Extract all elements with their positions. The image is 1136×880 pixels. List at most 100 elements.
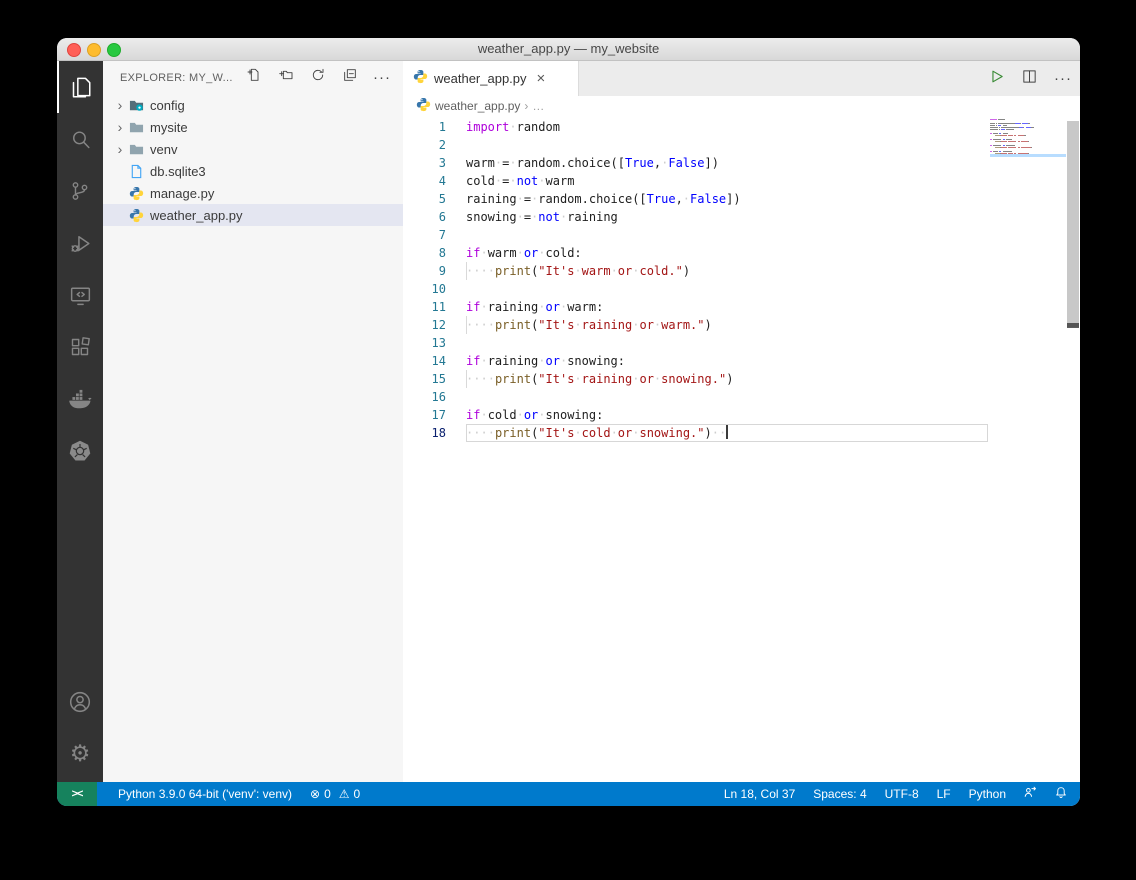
- tree-item-config[interactable]: ›config: [103, 94, 403, 116]
- status-language-mode[interactable]: Python: [960, 782, 1015, 806]
- activity-item-explorer[interactable]: [57, 61, 103, 113]
- close-tab-icon[interactable]: ×: [537, 71, 546, 86]
- problems-status[interactable]: ⊗ 0 ⚠ 0: [301, 782, 369, 806]
- line-number[interactable]: 7: [403, 226, 446, 244]
- code-line-1[interactable]: 1import·random: [403, 118, 1080, 136]
- breadcrumb-separator: ›: [524, 99, 528, 113]
- editor-actions: ···: [988, 61, 1072, 96]
- activity-item-extensions[interactable]: [57, 321, 103, 373]
- code-line-3[interactable]: 3warm·=·random.choice([True,·False]): [403, 154, 1080, 172]
- line-number[interactable]: 4: [403, 172, 446, 190]
- code-line-13[interactable]: 13: [403, 334, 1080, 352]
- breadcrumb[interactable]: weather_app.py › …: [403, 96, 1080, 116]
- title-bar[interactable]: weather_app.py — my_website: [57, 38, 1080, 61]
- line-number[interactable]: 5: [403, 190, 446, 208]
- new-folder-button[interactable]: [277, 69, 295, 87]
- code-line-10[interactable]: 10: [403, 280, 1080, 298]
- play-icon: [988, 68, 1005, 90]
- code-line-5[interactable]: 5 raining·=·random.choice([True,·False]): [403, 190, 1080, 208]
- code-line-9[interactable]: 9····print("It's·warm·or·cold."): [403, 262, 1080, 280]
- file-tree: ›config›mysite›venvdb.sqlite3manage.pywe…: [103, 94, 403, 226]
- tree-item-label: config: [150, 98, 185, 113]
- code-line-12[interactable]: 12 ····print("It's·raining·or·warm."): [403, 316, 1080, 334]
- code-line-2[interactable]: 2: [403, 136, 1080, 154]
- line-number[interactable]: 14: [403, 352, 446, 370]
- code-line-16[interactable]: 16: [403, 388, 1080, 406]
- activity-item-kubernetes[interactable]: [57, 425, 103, 477]
- line-number[interactable]: 15: [403, 370, 446, 388]
- breadcrumb-more[interactable]: …: [532, 99, 544, 113]
- line-number[interactable]: 18: [403, 424, 446, 442]
- collapse-all-button[interactable]: [341, 69, 359, 87]
- code-line-14[interactable]: 14 if·raining·or·snowing:: [403, 352, 1080, 370]
- gear-icon: ⚙: [70, 743, 91, 766]
- scrollbar-thumb[interactable]: [1067, 121, 1079, 327]
- run-python-file-button[interactable]: [988, 68, 1005, 90]
- split-editor-button[interactable]: [1021, 68, 1038, 90]
- line-number[interactable]: 17: [403, 406, 446, 424]
- minimap[interactable]: [990, 119, 1066, 155]
- line-number[interactable]: 1: [403, 118, 446, 136]
- activity-item-run-debug[interactable]: [57, 217, 103, 269]
- refresh-button[interactable]: [309, 69, 327, 87]
- status-bar: >< Python 3.9.0 64-bit ('venv': venv) ⊗ …: [57, 782, 1080, 806]
- line-content: ····print("It's·cold·or·snowing.")··: [466, 424, 988, 442]
- remote-indicator[interactable]: ><: [57, 782, 97, 806]
- tree-item-db-sqlite3[interactable]: db.sqlite3: [103, 160, 403, 182]
- status-encoding[interactable]: UTF-8: [876, 782, 928, 806]
- activity-item-manage[interactable]: ⚙: [57, 728, 103, 780]
- tree-item-weather-app-py[interactable]: weather_app.py: [103, 204, 403, 226]
- code-line-4[interactable]: 4 cold·=·not·warm: [403, 172, 1080, 190]
- collapse-all-icon: [342, 67, 358, 88]
- status-cursor-position[interactable]: Ln 18, Col 37: [715, 782, 804, 806]
- line-content: ····print("It's·raining·or·warm."): [466, 316, 988, 334]
- code-line-15[interactable]: 15····print("It's·raining·or·snowing."): [403, 370, 1080, 388]
- new-file-button[interactable]: [245, 69, 263, 87]
- tree-item-manage-py[interactable]: manage.py: [103, 182, 403, 204]
- more-actions-button[interactable]: ···: [373, 69, 391, 87]
- code-line-6[interactable]: 6snowing·=·not·raining: [403, 208, 1080, 226]
- activity-item-docker[interactable]: [57, 373, 103, 425]
- activity-item-accounts[interactable]: [57, 676, 103, 728]
- tree-item-venv[interactable]: ›venv: [103, 138, 403, 160]
- line-number[interactable]: 16: [403, 388, 446, 406]
- code-line-17[interactable]: 17if·cold·or·snowing:: [403, 406, 1080, 424]
- status-indentation[interactable]: Spaces: 4: [804, 782, 875, 806]
- code-editor[interactable]: 1import·random23warm·=·random.choice([Tr…: [403, 118, 1080, 782]
- line-number[interactable]: 11: [403, 298, 446, 316]
- line-content: cold·=·not·warm: [466, 172, 988, 190]
- line-number[interactable]: 2: [403, 136, 446, 154]
- activity-item-remote-explorer[interactable]: [57, 269, 103, 321]
- tab-weather-app[interactable]: weather_app.py ×: [403, 61, 579, 96]
- more-actions-button[interactable]: ···: [1054, 70, 1072, 88]
- tree-item-mysite[interactable]: ›mysite: [103, 116, 403, 138]
- line-number[interactable]: 6: [403, 208, 446, 226]
- more-icon: ···: [1054, 70, 1072, 88]
- line-number[interactable]: 12: [403, 316, 446, 334]
- status-feedback-button[interactable]: [1015, 782, 1046, 806]
- line-number[interactable]: 10: [403, 280, 446, 298]
- breadcrumb-file[interactable]: weather_app.py: [435, 99, 520, 113]
- explorer-title: EXPLORER: MY_W...: [120, 72, 233, 84]
- bell-icon: [1053, 785, 1069, 804]
- search-icon: [68, 127, 93, 152]
- python-interpreter-status[interactable]: Python 3.9.0 64-bit ('venv': venv): [109, 782, 301, 806]
- tab-bar: weather_app.py × ···: [403, 61, 1080, 96]
- activity-item-search[interactable]: [57, 113, 103, 165]
- account-icon: [67, 689, 93, 715]
- status-eol[interactable]: LF: [928, 782, 960, 806]
- line-number[interactable]: 8: [403, 244, 446, 262]
- activity-item-source-control[interactable]: [57, 165, 103, 217]
- code-lines: 1import·random23warm·=·random.choice([Tr…: [403, 118, 1080, 442]
- status-notifications-button[interactable]: [1046, 782, 1076, 806]
- debug-icon: [68, 231, 93, 256]
- code-line-18[interactable]: 18 ····print("It's·cold·or·snowing.")··: [403, 424, 1080, 442]
- code-line-11[interactable]: 11if·raining·or·warm:: [403, 298, 1080, 316]
- line-content: raining·=·random.choice([True,·False]): [466, 190, 988, 208]
- line-content: if·raining·or·snowing:: [466, 352, 988, 370]
- code-line-7[interactable]: 7: [403, 226, 1080, 244]
- line-number[interactable]: 13: [403, 334, 446, 352]
- line-number[interactable]: 9: [403, 262, 446, 280]
- code-line-8[interactable]: 8if·warm·or·cold:: [403, 244, 1080, 262]
- line-number[interactable]: 3: [403, 154, 446, 172]
